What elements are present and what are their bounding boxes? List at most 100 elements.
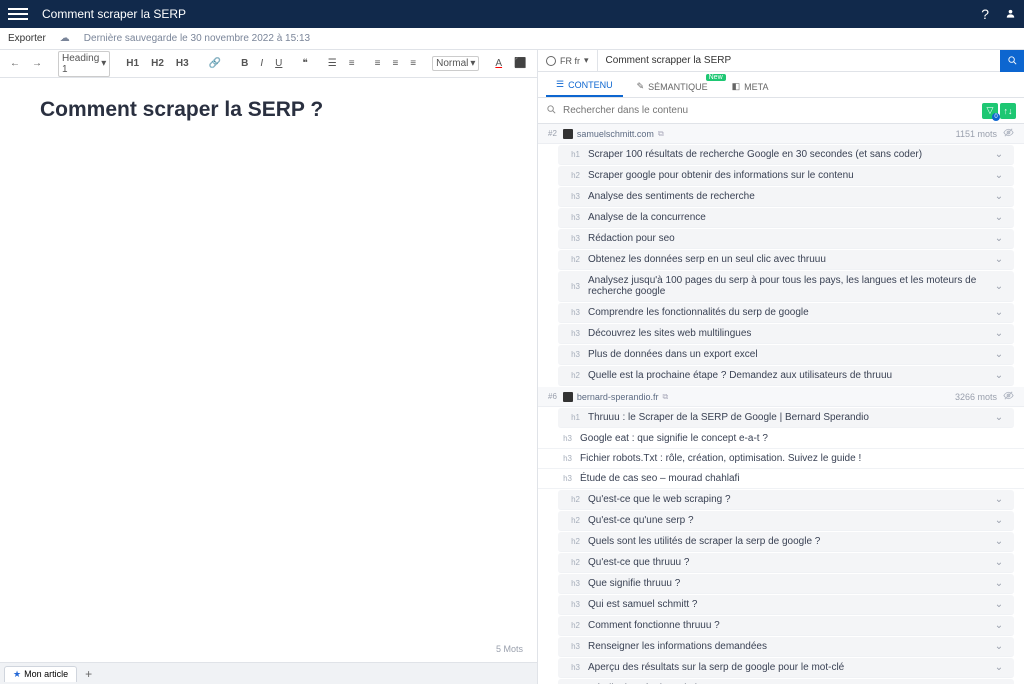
outline-item[interactable]: h2Obtenez les données serp en un seul cl… — [558, 250, 1014, 270]
outline-item[interactable]: h2Qu'est-ce que le web scraping ?⌄ — [558, 490, 1014, 510]
outline-item-text: Aperçu des résultats sur la serp de goog… — [588, 662, 984, 673]
outline-item[interactable]: h2Comment fonctionne thruuu ?⌄ — [558, 616, 1014, 636]
add-tab-button[interactable]: + — [77, 665, 100, 683]
h1-button[interactable]: H1 — [122, 56, 143, 71]
heading-tag-label: h3 — [566, 234, 580, 243]
source-domain[interactable]: bernard-sperandio.fr ⧉ — [563, 392, 949, 402]
heading-tag-label: h3 — [566, 213, 580, 222]
outline-item[interactable]: h3Google eat : que signifie le concept e… — [538, 429, 1024, 449]
help-icon[interactable]: ? — [981, 6, 989, 22]
chevron-down-icon[interactable]: ⌄ — [992, 662, 1006, 673]
document-h1[interactable]: Comment scraper la SERP ? — [40, 98, 497, 122]
align-center-button[interactable]: ≡ — [388, 56, 402, 71]
chevron-down-icon[interactable]: ⌄ — [992, 307, 1006, 318]
chevron-down-icon[interactable]: ⌄ — [992, 281, 1006, 292]
chevron-down-icon[interactable]: ⌄ — [992, 578, 1006, 589]
editor-tabs: ★ Mon article + — [0, 662, 537, 684]
chevron-down-icon[interactable]: ⌄ — [992, 233, 1006, 244]
chevron-down-icon[interactable]: ⌄ — [992, 412, 1006, 423]
language-selector[interactable]: FR fr ▾ — [538, 50, 598, 71]
outline-item[interactable]: h3Découvrez les sites web multilingues⌄ — [558, 324, 1014, 344]
outline-item[interactable]: h3Analyse de la concurrence⌄ — [558, 208, 1014, 228]
external-link-icon[interactable]: ⧉ — [662, 392, 668, 402]
undo-button[interactable]: ← — [6, 56, 24, 71]
chevron-down-icon[interactable]: ⌄ — [992, 212, 1006, 223]
outline-item[interactable]: h3Étude de cas seo – mourad chahlafi — [538, 469, 1024, 489]
chevron-down-icon[interactable]: ⌄ — [992, 254, 1006, 265]
outline-item[interactable]: h3Plus de données dans un export excel⌄ — [558, 345, 1014, 365]
article-tab[interactable]: ★ Mon article — [4, 666, 77, 682]
chevron-down-icon[interactable]: ⌄ — [992, 191, 1006, 202]
outline-item[interactable]: h3Renseigner les informations demandées⌄ — [558, 637, 1014, 657]
quote-button[interactable]: ❝ — [298, 56, 311, 71]
tab-contenu[interactable]: ☰ CONTENU — [546, 74, 623, 97]
search-button[interactable] — [1000, 50, 1024, 72]
serp-query-input[interactable] — [598, 50, 1000, 71]
word-count: 5 Mots — [496, 644, 523, 654]
outline-item-text: Scraper google pour obtenir des informat… — [588, 170, 984, 181]
chevron-down-icon[interactable]: ⌄ — [992, 349, 1006, 360]
source-row[interactable]: #6bernard-sperandio.fr ⧉3266 mots — [538, 387, 1024, 407]
outline-item[interactable]: h2Qu'est-ce que thruuu ?⌄ — [558, 553, 1014, 573]
user-icon[interactable] — [1005, 6, 1016, 22]
link-icon[interactable]: 🔗 — [205, 56, 225, 71]
chevron-down-icon[interactable]: ⌄ — [992, 536, 1006, 547]
paragraph-select[interactable]: Normal ▾ — [432, 56, 479, 71]
editor-body[interactable]: Comment scraper la SERP ? 5 Mots — [0, 78, 537, 662]
chevron-down-icon[interactable]: ⌄ — [992, 149, 1006, 160]
highlight-button[interactable]: ⬛ — [510, 56, 530, 71]
list-ol-button[interactable]: ≡ — [345, 56, 359, 71]
heading-tag-label: h2 — [566, 255, 580, 264]
list-ul-button[interactable]: ☰ — [324, 56, 341, 71]
source-domain[interactable]: samuelschmitt.com ⧉ — [563, 129, 950, 139]
chevron-down-icon[interactable]: ⌄ — [992, 641, 1006, 652]
outline-item[interactable]: h3Aperçu des résultats sur la serp de go… — [558, 658, 1014, 678]
outline-item[interactable]: h2Scraper google pour obtenir des inform… — [558, 166, 1014, 186]
text-color-button[interactable]: A — [491, 56, 506, 71]
underline-button[interactable]: U — [271, 56, 286, 71]
visibility-icon[interactable] — [1003, 390, 1014, 403]
chevron-down-icon[interactable]: ⌄ — [992, 620, 1006, 631]
outline-item[interactable]: h2Quels sont les utilités de scraper la … — [558, 532, 1014, 552]
menu-icon[interactable] — [8, 5, 28, 23]
outline-item[interactable]: h3Analysez jusqu'à 100 pages du serp à p… — [558, 271, 1014, 302]
outline-item[interactable]: h3Qui est samuel schmitt ?⌄ — [558, 595, 1014, 615]
chevron-down-icon[interactable]: ⌄ — [992, 557, 1006, 568]
italic-button[interactable]: I — [256, 56, 267, 71]
redo-button[interactable]: → — [28, 56, 46, 71]
content-search-input[interactable] — [563, 105, 976, 116]
sort-button[interactable]: ↑↓ — [1000, 103, 1016, 119]
source-row[interactable]: #2samuelschmitt.com ⧉1151 mots — [538, 124, 1024, 144]
outline-item[interactable]: h2Quelle est la prochaine étape ? Demand… — [558, 366, 1014, 386]
tab-semantique[interactable]: ✎ SÉMANTIQUE New — [627, 76, 718, 97]
h3-button[interactable]: H3 — [172, 56, 193, 71]
content-list[interactable]: #2samuelschmitt.com ⧉1151 motsh1Scraper … — [538, 124, 1024, 684]
chevron-down-icon[interactable]: ⌄ — [992, 599, 1006, 610]
bold-button[interactable]: B — [237, 56, 252, 71]
outline-item[interactable]: h3Rédaction pour seo⌄ — [558, 229, 1014, 249]
export-button[interactable]: Exporter — [8, 33, 46, 44]
outline-item[interactable]: h3Détails des résultats de la serp⌄ — [558, 679, 1014, 684]
heading-select[interactable]: Heading 1 ▾ — [58, 51, 110, 77]
chevron-down-icon[interactable]: ⌄ — [992, 370, 1006, 381]
external-link-icon[interactable]: ⧉ — [658, 129, 664, 139]
heading-tag-label: h3 — [566, 642, 580, 651]
chevron-down-icon[interactable]: ⌄ — [992, 494, 1006, 505]
chevron-down-icon[interactable]: ⌄ — [992, 328, 1006, 339]
visibility-icon[interactable] — [1003, 127, 1014, 140]
align-right-button[interactable]: ≡ — [406, 56, 420, 71]
outline-item[interactable]: h1Thruuu : le Scraper de la SERP de Goog… — [558, 408, 1014, 428]
outline-item[interactable]: h2Qu'est-ce qu'une serp ?⌄ — [558, 511, 1014, 531]
outline-item[interactable]: h1Scraper 100 résultats de recherche Goo… — [558, 145, 1014, 165]
tab-meta[interactable]: ◧ META — [722, 76, 779, 97]
outline-item[interactable]: h3Analyse des sentiments de recherche⌄ — [558, 187, 1014, 207]
outline-item[interactable]: h3Comprendre les fonctionnalités du serp… — [558, 303, 1014, 323]
outline-item[interactable]: h3Fichier robots.Txt : rôle, création, o… — [538, 449, 1024, 469]
chevron-down-icon[interactable]: ⌄ — [992, 170, 1006, 181]
filter-button[interactable]: ▽0 — [982, 103, 998, 119]
outline-item-text: Google eat : que signifie le concept e-a… — [580, 433, 1014, 444]
h2-button[interactable]: H2 — [147, 56, 168, 71]
outline-item[interactable]: h3Que signifie thruuu ?⌄ — [558, 574, 1014, 594]
chevron-down-icon[interactable]: ⌄ — [992, 515, 1006, 526]
align-left-button[interactable]: ≡ — [371, 56, 385, 71]
